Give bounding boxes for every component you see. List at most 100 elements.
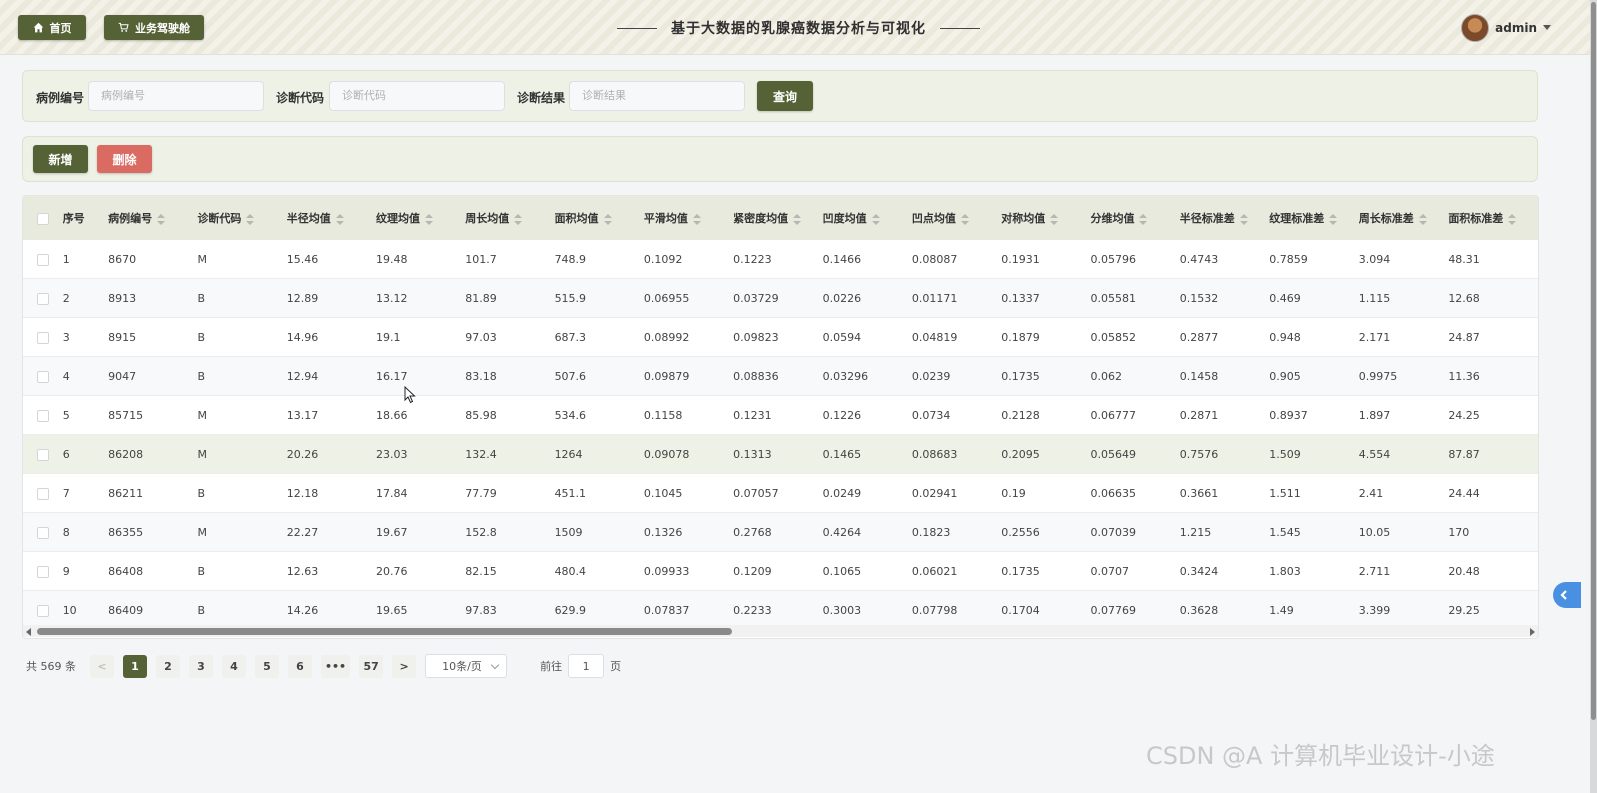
table-row[interactable]: 7 86211 B 12.18 17.84 77.79 451.1 0.1045 0.07057… xyxy=(23,473,1538,513)
page-number-button[interactable]: 6 xyxy=(288,654,312,678)
row-checkbox[interactable] xyxy=(37,526,49,539)
next-page-button[interactable]: > xyxy=(392,654,417,678)
table-cell: 10.05 xyxy=(1358,512,1449,552)
sort-icon[interactable] xyxy=(871,213,880,225)
data-table: 序号 病例编号 诊断代码 半径均值 纹理均值 周长均值 面积均值 平滑均值 紧密度均值 凹度均值 凹… xyxy=(22,195,1539,639)
table-cell: 748.9 xyxy=(554,240,644,279)
row-checkbox[interactable] xyxy=(37,409,49,422)
table-row[interactable]: 9 86408 B 12.63 20.76 82.15 480.4 0.09933 0.1209… xyxy=(23,551,1538,591)
page-number-button[interactable]: 5 xyxy=(255,654,279,678)
prev-page-button[interactable]: < xyxy=(90,654,114,678)
scroll-right-arrow-icon[interactable] xyxy=(1530,628,1535,636)
page-scrollbar[interactable] xyxy=(1590,0,1597,793)
row-checkbox[interactable] xyxy=(37,565,49,578)
column-header[interactable]: 对称均值 xyxy=(1001,196,1091,240)
table-row[interactable]: 6 86208 M 20.26 23.03 132.4 1264 0.09078 0.1313 0… xyxy=(23,434,1538,474)
table-cell: 0.1226 xyxy=(822,395,912,435)
sort-icon[interactable] xyxy=(335,213,344,225)
table-cell: 19.1 xyxy=(376,317,466,357)
table-row[interactable]: 4 9047 B 12.94 16.17 83.18 507.6 0.09879 0.08836… xyxy=(23,356,1538,396)
sort-icon[interactable] xyxy=(425,213,433,225)
table-cell: 86408 xyxy=(108,551,198,591)
sort-icon[interactable] xyxy=(793,213,802,225)
table-row[interactable]: 3 8915 B 14.96 19.1 97.03 687.3 0.08992 0.09823 0… xyxy=(23,317,1538,357)
page-scrollbar-thumb[interactable] xyxy=(1591,2,1596,720)
sort-icon[interactable] xyxy=(960,213,969,225)
search-panel: 病例编号 病例编号 诊断代码 诊断代码 诊断结果 诊断结果 查询 xyxy=(22,70,1538,122)
column-header[interactable]: 面积标准差 xyxy=(1448,196,1538,240)
page-number-button[interactable]: 2 xyxy=(156,654,180,678)
page-number-button[interactable]: 1 xyxy=(123,654,147,678)
table-cell: 14.26 xyxy=(286,590,376,630)
column-header[interactable]: 紧密度均值 xyxy=(733,196,823,240)
sort-icon[interactable] xyxy=(1418,213,1427,225)
column-header[interactable]: 凹度均值 xyxy=(822,196,912,240)
sort-icon[interactable] xyxy=(1050,213,1059,225)
table-cell: 0.1931 xyxy=(1001,240,1091,279)
sort-icon[interactable] xyxy=(692,213,701,225)
row-checkbox[interactable] xyxy=(37,253,49,266)
column-header[interactable]: 周长均值 xyxy=(465,196,555,240)
row-checkbox[interactable] xyxy=(37,487,49,500)
table-cell: 18.66 xyxy=(376,395,466,435)
goto-page-input[interactable]: 1 xyxy=(568,654,605,678)
scroll-left-arrow-icon[interactable] xyxy=(26,628,31,636)
table-cell: 0.09879 xyxy=(643,356,734,396)
table-horizontal-scrollbar[interactable] xyxy=(23,625,1538,637)
column-header[interactable]: 诊断代码 xyxy=(197,196,287,240)
page-size-select[interactable]: 10条/页 xyxy=(425,654,508,678)
column-header[interactable]: 病例编号 xyxy=(108,196,198,240)
table-cell: 0.05796 xyxy=(1090,240,1180,279)
sort-icon[interactable] xyxy=(1139,213,1148,225)
pagination: 共 569 条 < 1 2 3 4 5 6 ••• 57 > 10条/页 前往 1 页 xyxy=(26,654,621,678)
table-cell: 170 xyxy=(1448,512,1538,552)
add-button[interactable]: 新增 xyxy=(33,145,88,173)
table-scrollbar-thumb[interactable] xyxy=(37,628,732,635)
table-row[interactable]: 8 86355 M 22.27 19.67 152.8 1509 0.1326 0.2768 0.… xyxy=(23,512,1538,552)
sort-icon[interactable] xyxy=(1239,213,1248,225)
diagnosis-code-input[interactable]: 诊断代码 xyxy=(329,81,505,111)
query-button[interactable]: 查询 xyxy=(757,81,813,111)
username[interactable]: admin xyxy=(1495,21,1537,35)
delete-button[interactable]: 删除 xyxy=(97,145,152,173)
page-number-button[interactable]: 4 xyxy=(222,654,246,678)
table-cell: 0.7576 xyxy=(1179,434,1270,474)
page-number-button[interactable]: 3 xyxy=(189,654,213,678)
column-header[interactable]: 周长标准差 xyxy=(1358,196,1449,240)
column-header[interactable]: 半径标准差 xyxy=(1179,196,1270,240)
table-row[interactable]: 1 8670 M 15.46 19.48 101.7 748.9 0.1092 0.1223 0.… xyxy=(23,240,1538,279)
column-header[interactable]: 半径均值 xyxy=(286,196,376,240)
sort-icon[interactable] xyxy=(603,213,612,225)
table-row[interactable]: 5 85715 M 13.17 18.66 85.98 534.6 0.1158 0.1231 0… xyxy=(23,395,1538,435)
sort-icon[interactable] xyxy=(246,213,255,225)
table-row[interactable]: 2 8913 B 12.89 13.12 81.89 515.9 0.06955 0.03729… xyxy=(23,278,1538,318)
column-header[interactable]: 纹理均值 xyxy=(376,196,466,240)
page-number-button[interactable]: 57 xyxy=(359,654,384,678)
table-cell: B xyxy=(197,356,287,396)
sort-icon[interactable] xyxy=(1508,213,1517,225)
title-divider-left xyxy=(617,27,657,29)
side-collapse-tab[interactable] xyxy=(1553,582,1581,608)
sort-icon[interactable] xyxy=(157,213,166,225)
case-id-input[interactable]: 病例编号 xyxy=(88,81,264,111)
table-cell: 1.49 xyxy=(1269,590,1359,630)
diagnosis-result-input[interactable]: 诊断结果 xyxy=(569,81,745,111)
row-checkbox[interactable] xyxy=(37,331,49,344)
user-menu[interactable]: admin xyxy=(1461,13,1551,42)
sort-icon[interactable] xyxy=(1329,213,1338,225)
select-all-checkbox[interactable] xyxy=(37,212,49,225)
column-header[interactable]: 分维均值 xyxy=(1090,196,1180,240)
column-header[interactable]: 纹理标准差 xyxy=(1269,196,1359,240)
row-checkbox[interactable] xyxy=(37,292,49,305)
column-header[interactable]: 凹点均值 xyxy=(911,196,1002,240)
column-header[interactable]: 面积均值 xyxy=(554,196,644,240)
row-checkbox[interactable] xyxy=(37,448,49,461)
row-checkbox[interactable] xyxy=(37,604,49,617)
row-checkbox[interactable] xyxy=(37,370,49,383)
avatar[interactable] xyxy=(1461,13,1490,42)
column-header[interactable]: 平滑均值 xyxy=(643,196,734,240)
caret-down-icon[interactable] xyxy=(1543,25,1551,30)
table-row[interactable]: 10 86409 B 14.26 19.65 97.83 629.9 0.07837 0.223… xyxy=(23,590,1538,630)
page-ellipsis-button[interactable]: ••• xyxy=(321,654,351,678)
sort-icon[interactable] xyxy=(514,213,523,225)
